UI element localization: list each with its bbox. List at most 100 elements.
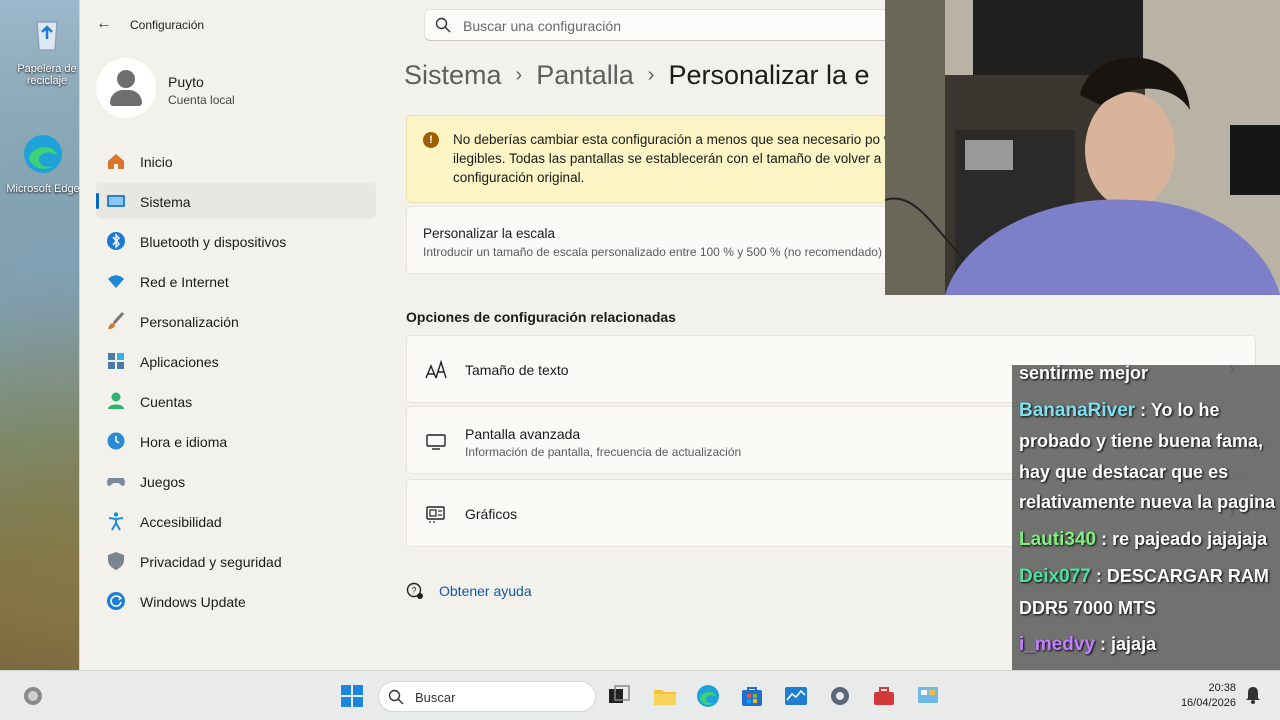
- file-explorer-icon[interactable]: [652, 683, 678, 709]
- related-settings-heading: Opciones de configuración relacionadas: [406, 309, 676, 325]
- chat-text: : jajaja: [1095, 634, 1157, 654]
- system-icon: [107, 195, 125, 207]
- sidebar-item-accounts[interactable]: Cuentas: [96, 383, 376, 419]
- warning-icon: !: [423, 132, 439, 148]
- task-view-icon[interactable]: [606, 683, 632, 709]
- sidebar-item-label: Juegos: [140, 474, 186, 490]
- bluetooth-icon: [107, 232, 125, 250]
- custom-scale-title: Personalizar la escala: [423, 226, 556, 241]
- toolbox-icon[interactable]: [871, 683, 897, 709]
- edge-icon[interactable]: [695, 683, 721, 709]
- widgets-icon[interactable]: [20, 683, 46, 709]
- settings-gear-icon[interactable]: [827, 683, 853, 709]
- monitor-icon: [426, 434, 446, 450]
- chat-username: Deix077: [1019, 566, 1091, 587]
- sidebar-item-bluetooth[interactable]: Bluetooth y dispositivos: [96, 223, 376, 259]
- chat-message: i_medvy : jajaja: [1019, 629, 1277, 661]
- update-icon: [107, 592, 125, 610]
- notification-bell-icon[interactable]: [1243, 685, 1263, 705]
- sidebar-item-label: Privacidad y seguridad: [140, 554, 282, 570]
- chat-message: Deix077 : DESCARGAR RAM DDR5 7000 MTS: [1019, 561, 1277, 623]
- brush-icon: [108, 311, 125, 329]
- chat-text: sentirme mejor: [1019, 365, 1149, 383]
- store-icon[interactable]: [739, 683, 765, 709]
- webcam-image: [885, 0, 1280, 295]
- search-icon: [435, 17, 451, 33]
- back-arrow-icon[interactable]: ←: [94, 14, 114, 34]
- warning-text: No deberías cambiar esta configuración a…: [453, 132, 931, 185]
- sidebar-item-home[interactable]: Inicio: [96, 143, 376, 179]
- system-clock[interactable]: 20:38 16/04/2026: [1181, 681, 1236, 711]
- chat-username: Lauti340: [1019, 528, 1097, 550]
- sidebar-item-label: Inicio: [140, 154, 173, 170]
- sidebar-item-label: Accesibilidad: [140, 514, 222, 530]
- sidebar-item-label: Aplicaciones: [140, 354, 219, 370]
- clock-time: 20:38: [1208, 682, 1236, 694]
- sidebar-item-shield[interactable]: Privacidad y seguridad: [96, 543, 376, 579]
- sidebar-item-apps[interactable]: Aplicaciones: [96, 343, 376, 379]
- sidebar-item-label: Windows Update: [140, 594, 246, 610]
- text-size-icon: [425, 360, 447, 379]
- control-panel-icon[interactable]: [915, 683, 941, 709]
- start-icon[interactable]: [339, 683, 365, 709]
- chat-message: sentirme mejor: [1019, 365, 1277, 389]
- webcam-overlay: [885, 0, 1280, 295]
- home-icon: [108, 154, 124, 169]
- desktop-icon-edge[interactable]: Microsoft Edge: [4, 132, 82, 195]
- time-language-icon: [107, 432, 125, 450]
- chat-text: : re pajeado jajajaja: [1096, 528, 1268, 549]
- profile-account-type: Cuenta local: [168, 93, 235, 107]
- accounts-icon: [108, 392, 124, 409]
- chat-messages: sentirme mejor BananaRiver : Yo lo he pro…: [1019, 365, 1277, 667]
- desktop-icon-label: Microsoft Edge: [6, 183, 80, 195]
- edge-icon: [24, 135, 62, 173]
- graphics-icon: [426, 506, 445, 523]
- taskbar-search[interactable]: Buscar: [378, 681, 596, 712]
- sidebar-item-label: Hora e idioma: [140, 434, 228, 450]
- sidebar-item-label: Red e Internet: [140, 274, 229, 290]
- sidebar-item-brush[interactable]: Personalización: [96, 303, 376, 339]
- accessibility-icon: [108, 512, 124, 531]
- shield-icon: [108, 552, 124, 570]
- avatar: [96, 58, 156, 118]
- page-title: Personalizar la e: [668, 60, 870, 90]
- breadcrumb: Sistema › Pantalla › Personalizar la e: [404, 60, 870, 91]
- get-help-label: Obtener ayuda: [439, 583, 532, 599]
- search-icon: [388, 689, 404, 705]
- breadcrumb-system[interactable]: Sistema: [404, 60, 502, 90]
- taskbar: Buscar 20:38 16/04/2026: [0, 670, 1280, 720]
- sidebar-item-accessibility[interactable]: Accesibilidad: [96, 503, 376, 539]
- svg-text:?: ?: [411, 586, 416, 596]
- taskbar-search-label: Buscar: [415, 690, 456, 705]
- desktop-icon-recycle-bin[interactable]: Papelera de reciclaje: [8, 12, 86, 87]
- sidebar-item-time-language[interactable]: Hora e idioma: [96, 423, 376, 459]
- sidebar-item-system[interactable]: Sistema: [96, 183, 376, 219]
- sidebar-nav: Inicio Sistema Bluetooth y dispositivos Red…: [96, 143, 376, 623]
- wifi-icon: [108, 275, 124, 288]
- settings-search-box[interactable]: Buscar una configuración: [424, 9, 904, 41]
- breadcrumb-display[interactable]: Pantalla: [536, 60, 634, 90]
- apps-icon: [108, 353, 124, 369]
- chat-username: i_medvy: [1019, 634, 1096, 655]
- clock-date: 16/04/2026: [1180, 697, 1236, 709]
- sidebar-item-label: Cuentas: [140, 394, 193, 410]
- performance-monitor-icon[interactable]: [783, 683, 809, 709]
- sidebar-item-gaming[interactable]: Juegos: [96, 463, 376, 499]
- sidebar-item-label: Personalización: [140, 314, 239, 330]
- chat-username: BananaRiver: [1019, 399, 1136, 421]
- profile-name: Puyto: [168, 74, 204, 90]
- advanced-display-description: Información de pantalla, frecuencia de a…: [465, 445, 742, 459]
- text-size-label: Tamaño de texto: [465, 362, 569, 378]
- search-placeholder: Buscar una configuración: [463, 18, 621, 34]
- recycle-bin-icon: [36, 21, 58, 51]
- breadcrumb-separator: ›: [647, 64, 655, 86]
- sidebar-item-wifi[interactable]: Red e Internet: [96, 263, 376, 299]
- sidebar-item-update[interactable]: Windows Update: [96, 583, 376, 619]
- custom-scale-description: Introducir un tamaño de escala personali…: [423, 245, 882, 259]
- graphics-label: Gráficos: [465, 506, 518, 522]
- advanced-display-label: Pantalla avanzada: [465, 426, 581, 442]
- breadcrumb-separator: ›: [515, 64, 523, 86]
- chat-message: BananaRiver : Yo lo he probado y tiene b…: [1019, 395, 1277, 518]
- help-icon: ?: [406, 582, 423, 599]
- gaming-icon: [107, 478, 125, 486]
